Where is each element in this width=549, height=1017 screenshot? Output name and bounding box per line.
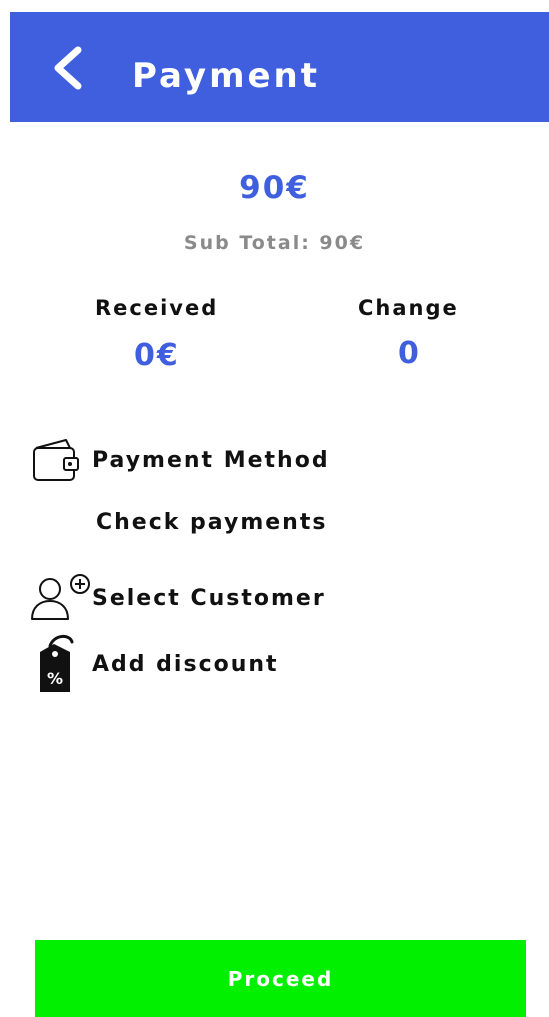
subtotal-text: Sub Total: 90€ (183, 232, 366, 254)
svg-text:%: % (47, 669, 63, 688)
payment-method-item[interactable]: Payment Method (30, 432, 330, 488)
received-label: Received (95, 296, 219, 320)
page-title: Payment (132, 56, 321, 96)
chevron-left-icon (54, 46, 82, 90)
add-discount-item[interactable]: % Add discount (30, 635, 279, 692)
change-label: Change (358, 296, 459, 320)
select-customer-label: Select Customer (92, 585, 326, 611)
payment-screen: Payment 90€ Sub Total: 90€ Received Chan… (0, 0, 549, 1017)
discount-tag-icon: % (30, 635, 92, 692)
wallet-icon (30, 432, 92, 488)
change-value: 0 (398, 336, 421, 371)
select-customer-item[interactable]: Select Customer (30, 570, 326, 626)
back-button[interactable] (48, 46, 88, 90)
add-user-icon (30, 570, 92, 626)
add-discount-label: Add discount (92, 651, 279, 677)
proceed-button[interactable]: Proceed (35, 940, 526, 1017)
payment-method-label: Payment Method (92, 447, 330, 473)
app-header: Payment (10, 12, 549, 122)
check-payments-label: Check payments (96, 509, 328, 535)
received-value: 0€ (134, 338, 180, 373)
check-payments-item[interactable]: Check payments (96, 494, 327, 550)
total-amount: 90€ (239, 170, 310, 206)
